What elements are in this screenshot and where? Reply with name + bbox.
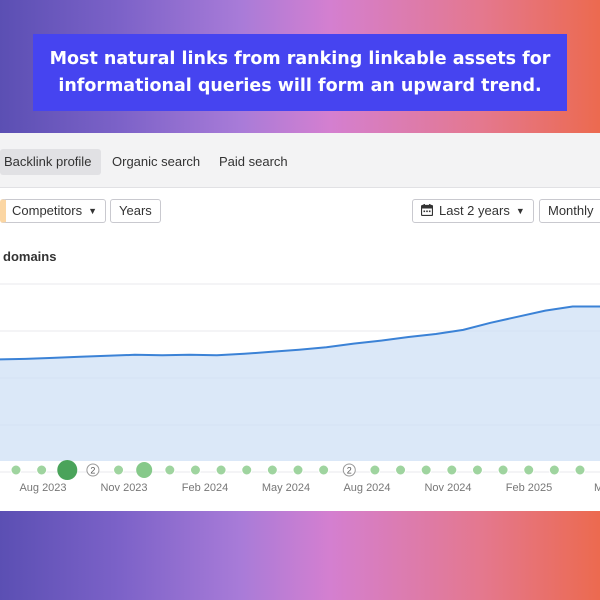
tab-backlink-profile[interactable]: Backlink profile [0,149,102,175]
years-button[interactable]: Years [110,199,161,223]
referring-domains-chart: 2 2 Aug 2023 Nov 2023 Feb 2024 May 2024 Aug 20… [0,283,600,494]
tab-paid-search[interactable]: Paid search [219,149,288,175]
chevron-down-icon: ▼ [515,206,525,216]
event-marker[interactable] [523,464,535,476]
chart-title: domains [3,249,57,264]
event-marker[interactable] [164,464,176,476]
event-marker[interactable] [292,464,304,476]
x-tick-label: Nov 2024 [424,482,471,494]
event-marker-large[interactable] [57,460,78,480]
date-range-dropdown[interactable]: Last 2 years ▼ [412,199,534,223]
x-tick-label: Feb 2024 [182,482,228,494]
event-marker-large[interactable] [136,462,153,478]
event-marker[interactable] [189,464,201,476]
event-marker[interactable] [113,464,125,476]
event-marker[interactable] [548,464,560,476]
competitors-label: Competitors [12,203,83,218]
event-marker-count-label: 2 [90,466,95,476]
date-range-label: Last 2 years [439,203,510,218]
event-marker[interactable] [574,464,586,476]
headline-banner: Most natural links from ranking linkable… [33,34,567,111]
event-marker-count-label: 2 [347,466,352,476]
screenshot-panel: Backlink profile Organic search Paid sea… [0,133,600,511]
headline-line-1: Most natural links from ranking linkable… [49,48,551,69]
headline-line-2: informational queries will form an upwar… [58,75,542,96]
event-marker[interactable] [36,464,48,476]
event-marker[interactable] [420,464,432,476]
calendar-icon [420,204,434,217]
event-marker[interactable] [10,464,22,476]
event-marker[interactable] [471,464,483,476]
x-tick-label: Nov 2023 [100,482,147,494]
x-tick-label: Ma [594,482,600,494]
event-marker[interactable] [215,464,227,476]
tab-organic-search[interactable]: Organic search [112,149,200,175]
tab-bar: Backlink profile Organic search Paid sea… [0,133,600,188]
event-marker[interactable] [497,464,509,476]
event-marker[interactable] [395,464,407,476]
event-marker[interactable] [241,464,253,476]
bottom-gradient-strip [0,511,600,600]
event-marker[interactable] [446,464,458,476]
interval-dropdown[interactable]: Monthly [539,199,600,223]
x-tick-label: Feb 2025 [506,482,552,494]
chevron-down-icon: ▼ [88,206,97,216]
competitors-dropdown[interactable]: Competitors ▼ [0,199,106,223]
x-tick-label: Aug 2023 [19,482,66,494]
x-tick-label: May 2024 [262,482,310,494]
event-marker[interactable] [266,464,278,476]
series-area [0,306,600,461]
event-marker[interactable] [318,464,330,476]
event-marker[interactable] [369,464,381,476]
x-tick-label: Aug 2024 [343,482,390,494]
